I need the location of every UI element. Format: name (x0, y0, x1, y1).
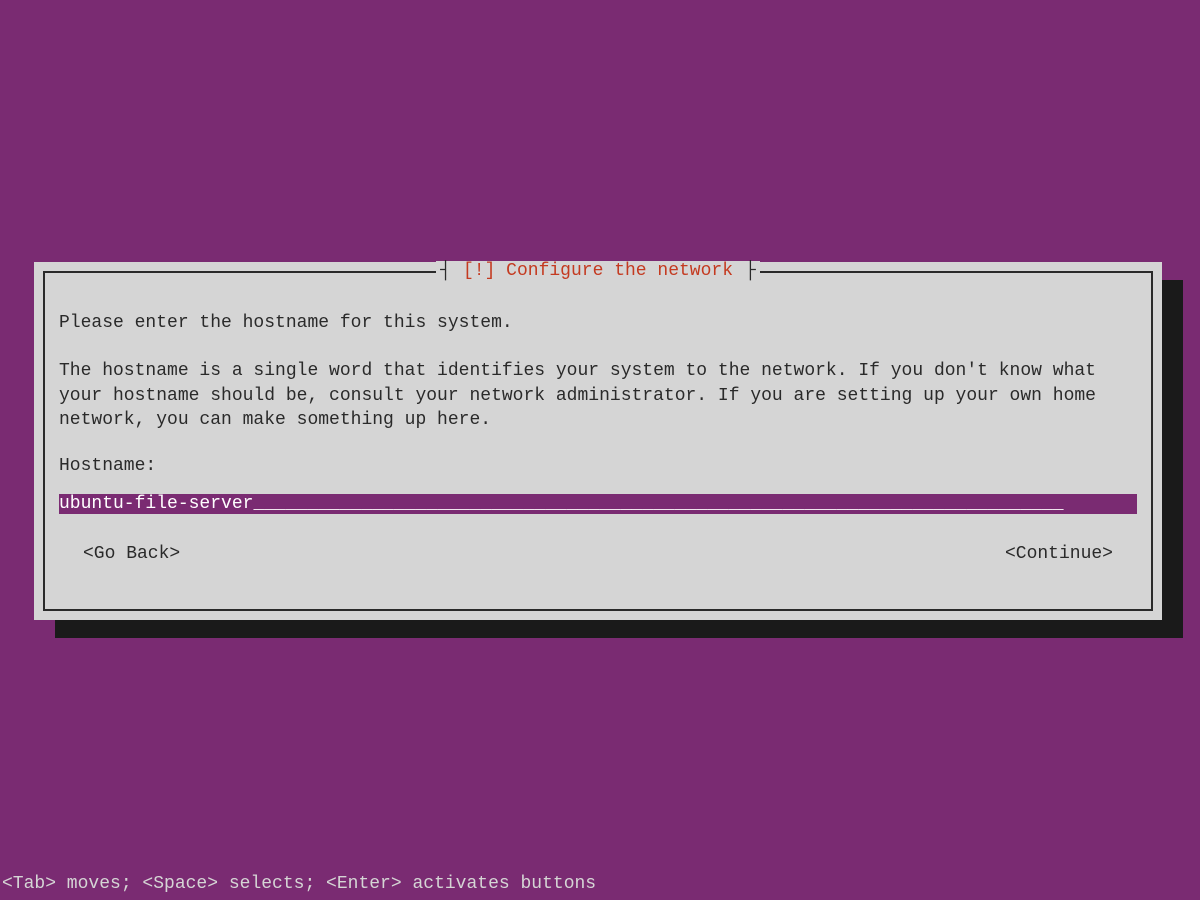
dialog: ┤ [!] Configure the network ├ Please ent… (34, 262, 1162, 620)
status-bar: <Tab> moves; <Space> selects; <Enter> ac… (2, 874, 596, 894)
hostname-label: Hostname: (59, 456, 1137, 476)
dialog-frame: ┤ [!] Configure the network ├ Please ent… (43, 271, 1153, 611)
dialog-title-wrap: ┤ [!] Configure the network ├ (45, 261, 1151, 281)
description-text: The hostname is a single word that ident… (59, 359, 1137, 432)
title-bracket-left: ┤ (436, 261, 455, 281)
hostname-value[interactable]: ubuntu-file-server (59, 494, 253, 514)
go-back-button[interactable]: <Go Back> (83, 544, 180, 564)
button-row: <Go Back> <Continue> (59, 544, 1137, 564)
continue-button[interactable]: <Continue> (1005, 544, 1113, 564)
title-bracket-right: ├ (741, 261, 760, 281)
dialog-title: [!] Configure the network (455, 261, 741, 281)
hostname-input[interactable]: ubuntu-file-server _____________________… (59, 494, 1137, 514)
hostname-fill[interactable]: ________________________________________… (253, 494, 1137, 514)
intro-text: Please enter the hostname for this syste… (59, 311, 1137, 335)
dialog-content: Please enter the hostname for this syste… (45, 273, 1151, 578)
